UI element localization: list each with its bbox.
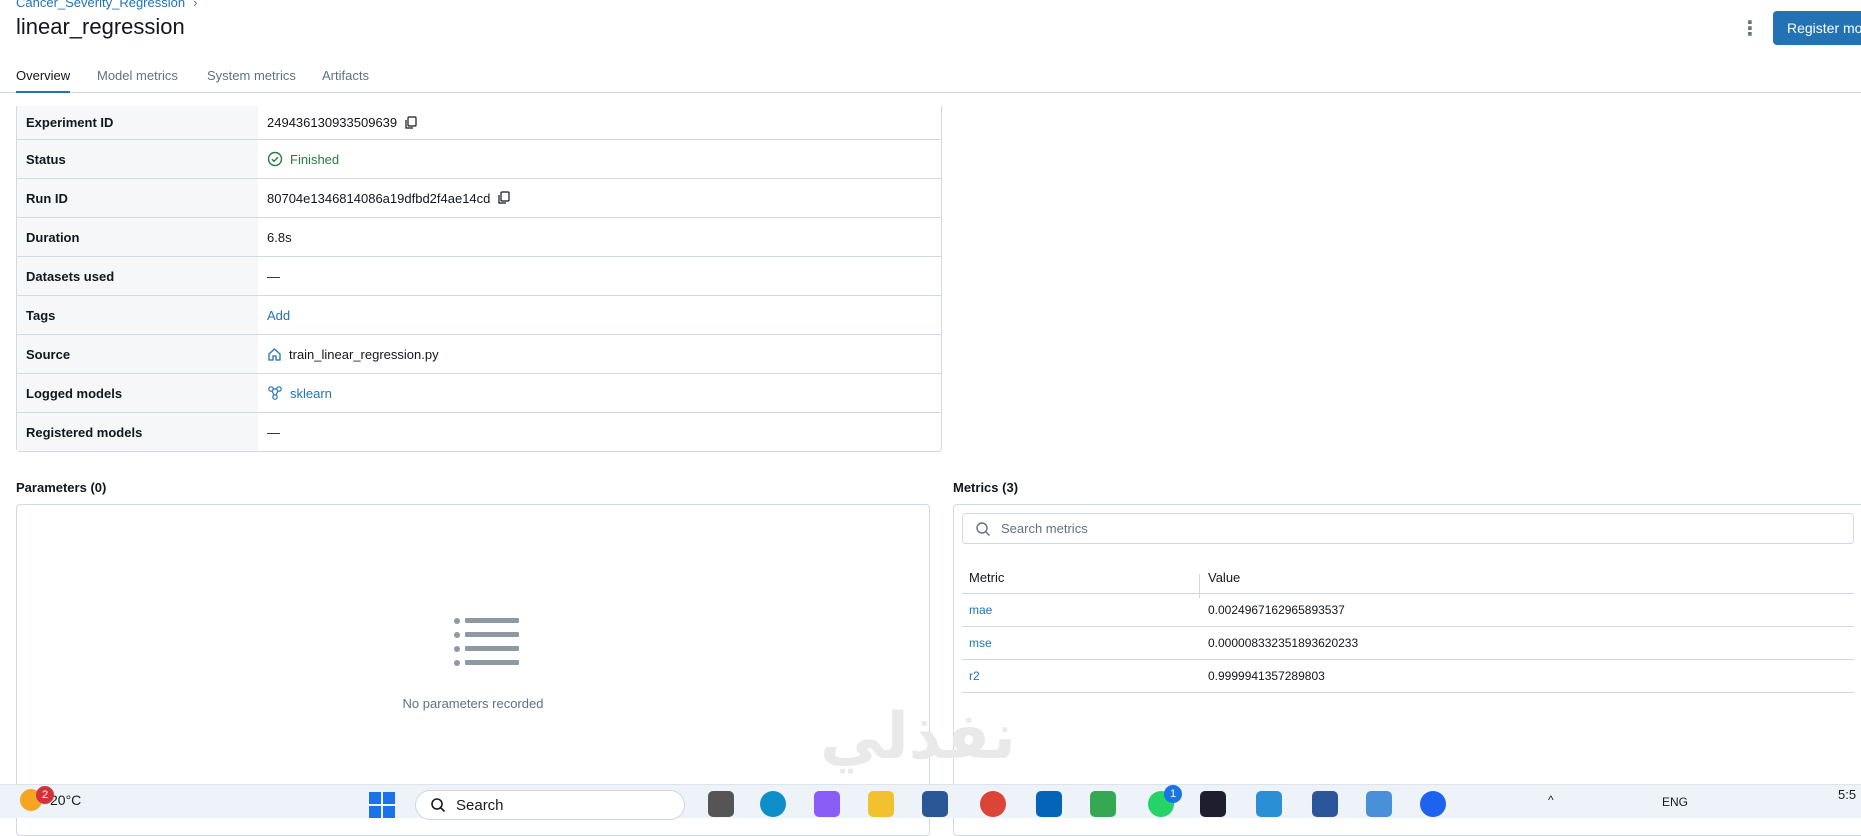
metrics-search-box[interactable] (962, 513, 1854, 544)
detail-row-datasets: Datasets used — (17, 256, 941, 295)
column-header-metric[interactable]: Metric (962, 570, 1200, 598)
parameters-title: Parameters (0) (16, 480, 107, 495)
whatsapp-icon[interactable]: 1 (1148, 785, 1182, 817)
table-row: mse 0.000008332351893620233 (962, 627, 1854, 660)
metric-value: 0.9999941357289803 (1208, 669, 1325, 683)
whatsapp-badge: 1 (1164, 785, 1182, 803)
detail-row-registered-models: Registered models — (17, 412, 941, 451)
tab-system-metrics[interactable]: System metrics (207, 68, 296, 91)
taskbar-search-label: Search (456, 796, 504, 814)
detail-row-source: Source train_linear_regression.py (17, 334, 941, 373)
taskbar-search-box[interactable]: Search (415, 790, 685, 820)
store-icon[interactable] (922, 791, 948, 817)
file-explorer-icon[interactable] (868, 791, 894, 817)
tab-model-metrics[interactable]: Model metrics (97, 68, 178, 91)
detail-label: Status (17, 140, 258, 178)
home-icon (267, 347, 282, 362)
windows-taskbar: 2 20°C Search 1 ^ ENG 5:5 (0, 784, 1861, 820)
metric-value: 0.0024967162965893537 (1208, 603, 1345, 617)
check-circle-icon (267, 151, 283, 167)
registered-models-value: — (267, 424, 280, 440)
metrics-title: Metrics (3) (953, 480, 1019, 495)
tab-artifacts[interactable]: Artifacts (322, 68, 369, 91)
detail-row-duration: Duration 6.8s (17, 217, 941, 256)
empty-parameters-text: No parameters recorded (402, 696, 544, 711)
run-id-value: 80704e1346814086a19dfbd2f4ae14cd (267, 190, 491, 206)
language-indicator[interactable]: ENG (1662, 795, 1688, 809)
docker-icon[interactable] (1420, 791, 1446, 817)
detail-label: Run ID (17, 179, 258, 217)
metric-link[interactable]: mse (969, 636, 992, 650)
google-drive-icon[interactable] (1090, 791, 1116, 817)
weather-sun-icon: 2 (20, 786, 54, 811)
run-details-table: Experiment ID 249436130933509639 Status … (16, 106, 942, 452)
windows-start-icon[interactable] (368, 791, 396, 824)
detail-label: Registered models (17, 413, 258, 451)
detail-row-status: Status Finished (17, 139, 941, 178)
page-title: linear_regression (16, 14, 185, 39)
weather-badge: 2 (36, 786, 54, 804)
detail-label: Tags (17, 296, 258, 334)
watermark-logo: نفذلي (820, 700, 1016, 774)
detail-row-tags: Tags Add (17, 295, 941, 334)
metrics-search-input[interactable] (999, 520, 1803, 537)
status-badge: Finished (290, 151, 340, 167)
breadcrumb-chevron-icon: › (193, 0, 198, 10)
metrics-table: Metric Value mae 0.0024967162965893537 m… (962, 561, 1854, 693)
tab-bar: Overview Model metrics System metrics Ar… (0, 64, 1861, 93)
detail-label: Logged models (17, 374, 258, 412)
logged-model-link[interactable]: sklearn (290, 386, 332, 401)
copilot-icon[interactable] (814, 791, 840, 817)
model-icon (267, 385, 283, 401)
kebab-icon[interactable]: ⋮ (1740, 15, 1760, 41)
vscode-icon[interactable] (1256, 791, 1282, 817)
detail-label: Duration (17, 218, 258, 256)
metric-link[interactable]: mae (969, 603, 992, 617)
table-row: r2 0.9999941357289803 (962, 660, 1854, 693)
breadcrumb-experiment-link[interactable]: Cancer_Severity_Regression (16, 0, 185, 10)
weather-widget[interactable]: 2 20°C (20, 786, 82, 811)
search-icon (975, 521, 991, 537)
register-model-button[interactable]: Register model (1773, 11, 1861, 45)
edge-browser-icon[interactable] (760, 791, 786, 817)
copy-icon[interactable] (497, 191, 511, 205)
temperature-text: 20°C (50, 792, 82, 808)
datasets-value: — (267, 268, 280, 284)
metrics-table-header: Metric Value (962, 561, 1854, 598)
outlook-icon[interactable] (1036, 791, 1062, 817)
word-icon[interactable] (1312, 791, 1338, 817)
detail-label: Datasets used (17, 257, 258, 295)
detail-label: Source (17, 335, 258, 373)
metric-value: 0.000008332351893620233 (1208, 636, 1359, 650)
add-tag-link[interactable]: Add (267, 308, 290, 323)
source-value[interactable]: train_linear_regression.py (289, 347, 439, 362)
list-icon (453, 617, 519, 674)
detail-row-experiment-id: Experiment ID 249436130933509639 (17, 106, 941, 139)
table-row: mae 0.0024967162965893537 (962, 594, 1854, 627)
detail-label: Experiment ID (17, 106, 258, 139)
task-view-icon[interactable] (708, 791, 734, 817)
experiment-id-value: 249436130933509639 (267, 115, 398, 130)
pycharm-icon[interactable] (1200, 791, 1226, 817)
column-header-value[interactable]: Value (1200, 570, 1240, 585)
tab-overview[interactable]: Overview (16, 68, 71, 93)
copy-icon[interactable] (404, 115, 418, 130)
breadcrumb: Cancer_Severity_Regression › (16, 0, 197, 10)
duration-value: 6.8s (267, 229, 292, 245)
metric-link[interactable]: r2 (969, 669, 980, 683)
chevron-up-icon[interactable]: ^ (1548, 793, 1554, 807)
chrome-icon[interactable] (980, 791, 1006, 817)
search-icon (430, 797, 446, 813)
detail-row-run-id: Run ID 80704e1346814086a19dfbd2f4ae14cd (17, 178, 941, 217)
notepad-icon[interactable] (1366, 791, 1392, 817)
detail-row-logged-models: Logged models sklearn (17, 373, 941, 412)
clock-text[interactable]: 5:5 (1838, 787, 1856, 802)
